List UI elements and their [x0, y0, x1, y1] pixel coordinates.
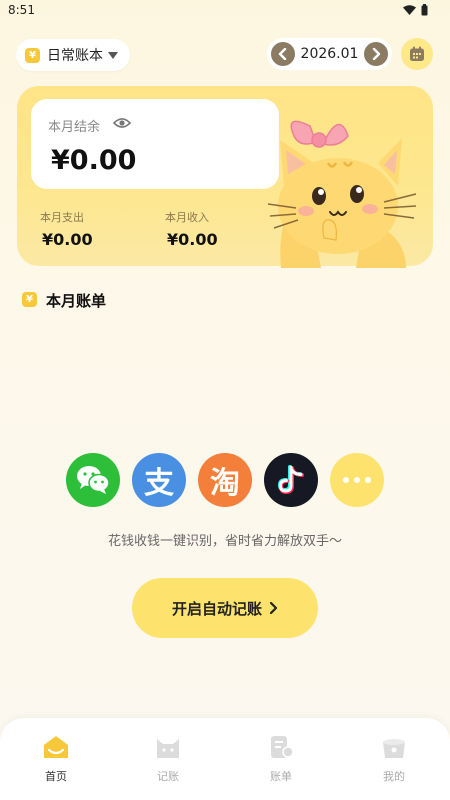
book-badge-icon: ¥	[25, 47, 40, 63]
alipay-icon[interactable]: 支	[132, 453, 186, 507]
more-icon[interactable]	[330, 453, 384, 507]
nav-bills-label: 账单	[270, 770, 292, 783]
battery-icon	[421, 4, 428, 16]
balance-value: ¥0.00	[51, 145, 137, 176]
prev-month-button[interactable]	[271, 42, 295, 66]
expense-value: ¥0.00	[42, 230, 93, 249]
book-name: 日常账本	[47, 48, 103, 64]
eye-icon[interactable]	[113, 116, 131, 130]
wechat-icon[interactable]	[66, 453, 120, 507]
next-month-button[interactable]	[364, 42, 388, 66]
auto-record-hint: 花钱收钱一键识别，省时省力解放双手～	[107, 534, 342, 549]
nav-home[interactable]: 首页	[16, 732, 96, 784]
book-selector[interactable]: ¥ 日常账本	[16, 39, 130, 71]
chevron-left-icon	[278, 48, 287, 60]
profile-icon	[383, 739, 405, 758]
current-month[interactable]: 2026.01	[301, 46, 359, 62]
nav-home-label: 首页	[45, 770, 67, 783]
nav-record-label: 记账	[157, 770, 179, 783]
bill-section-title: 本月账单	[46, 292, 107, 310]
taobao-glyph: 淘	[210, 466, 240, 501]
status-time: 8:51	[8, 3, 35, 17]
status-bar: 8:51	[0, 0, 450, 22]
nav-bills[interactable]: 账单	[241, 732, 321, 784]
calendar-icon	[410, 46, 424, 61]
home-icon	[44, 736, 68, 758]
caret-down-icon	[108, 51, 118, 59]
auto-record-button-label: 开启自动记账	[171, 599, 262, 618]
nav-profile[interactable]: 我的	[354, 732, 434, 784]
month-navigator: 2026.01	[267, 38, 392, 70]
income-label: 本月收入	[165, 211, 209, 224]
bottom-navigation: 首页 记账 账单 我的	[0, 718, 450, 800]
nav-profile-label: 我的	[383, 770, 405, 783]
bill-icon	[271, 736, 294, 758]
douyin-icon[interactable]	[264, 453, 318, 507]
bill-section-icon: ¥	[22, 292, 37, 307]
cat-mascot-icon	[267, 120, 417, 268]
status-icons	[403, 4, 428, 16]
expense-label: 本月支出	[40, 211, 84, 224]
taobao-icon[interactable]: 淘	[198, 453, 252, 507]
calendar-button[interactable]	[401, 38, 433, 70]
alipay-glyph: 支	[144, 466, 174, 501]
chevron-right-icon	[269, 601, 278, 615]
nav-record[interactable]: 记账	[128, 732, 208, 784]
cat-face-icon	[157, 739, 179, 758]
chevron-right-icon	[372, 48, 381, 60]
balance-label: 本月结余	[48, 120, 101, 135]
auto-record-apps: 支 淘	[66, 453, 384, 508]
income-value: ¥0.00	[167, 230, 218, 249]
enable-auto-record-button[interactable]: 开启自动记账	[132, 578, 318, 638]
wifi-icon	[403, 5, 416, 15]
balance-box: 本月结余 ¥0.00	[31, 99, 279, 189]
